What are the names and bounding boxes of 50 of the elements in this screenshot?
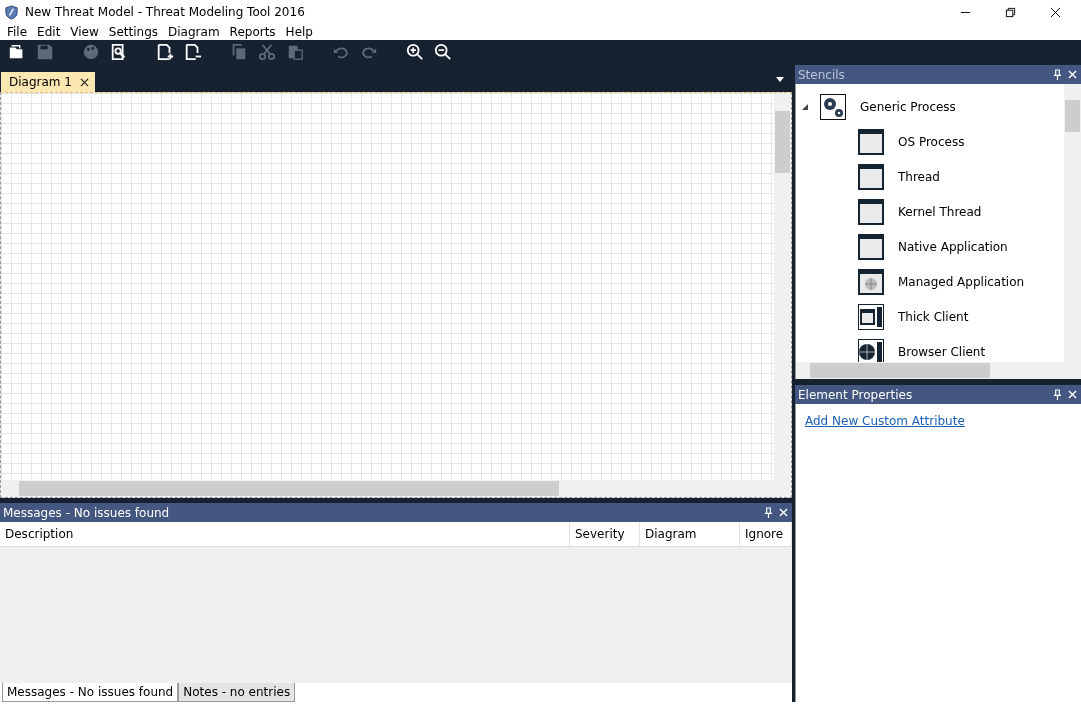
shield-icon [4,4,19,20]
stencil-item[interactable]: Kernel Thread [898,204,982,219]
stencil-item[interactable]: Managed Application [898,274,1025,289]
expander-icon[interactable] [802,103,808,110]
menu-item[interactable]: Edit [32,25,66,39]
window-title: New Threat Model - Threat Modeling Tool 2016 [25,5,305,19]
restore-icon[interactable] [1005,6,1016,18]
panel-title: Element Properties [798,387,913,402]
column-header[interactable]: Severity [570,522,640,546]
panel-tab[interactable]: Notes - no entries [178,683,296,702]
thick-client-icon [858,303,884,330]
window-icon [858,163,884,190]
pin-icon[interactable] [1053,69,1062,80]
window-icon [858,198,884,225]
add-attribute-link[interactable]: Add New Custom Attribute [805,414,965,428]
menu-item[interactable]: Help [280,25,318,39]
pin-icon[interactable] [764,507,773,518]
horizontal-scrollbar[interactable] [796,362,1081,379]
panel-title: Messages - No issues found [3,505,170,520]
column-header[interactable]: Diagram [640,522,740,546]
stencil-item[interactable]: OS Process [898,134,965,149]
stencil-item[interactable]: Generic Process [860,99,956,114]
menu-item[interactable]: View [65,25,104,39]
globe-window-icon [858,268,884,295]
close-icon[interactable] [80,77,89,87]
stencil-item[interactable]: Thread [898,169,940,184]
dropdown-icon[interactable] [776,77,784,82]
stencil-item[interactable]: Thick Client [898,309,969,324]
zoom-in-icon[interactable] [406,43,424,61]
stencil-item[interactable]: Native Application [898,239,1008,254]
column-header[interactable]: Description [0,522,570,546]
page-add-icon[interactable] [156,43,174,61]
stencil-item[interactable]: Browser Client [898,344,986,359]
zoom-out-icon[interactable] [434,43,452,61]
search-doc-icon[interactable] [110,43,128,61]
pin-icon[interactable] [1053,389,1062,400]
menu-item[interactable]: File [2,25,33,39]
panel-tab[interactable]: Messages - No issues found [2,683,179,702]
column-header[interactable]: Ignore [740,522,792,546]
menu-item[interactable]: Diagram [163,25,225,39]
panel-title: Stencils [798,67,845,82]
menu-item[interactable]: Reports [224,25,281,39]
window-icon [858,128,884,155]
browser-client-icon [858,338,884,362]
close-icon[interactable] [1050,6,1061,18]
menu-item[interactable]: Settings [103,25,164,39]
window-icon [858,233,884,260]
vertical-scrollbar[interactable] [1064,84,1081,362]
diagram-tab[interactable]: Diagram 1 [1,72,95,92]
page-remove-icon[interactable] [184,43,202,61]
